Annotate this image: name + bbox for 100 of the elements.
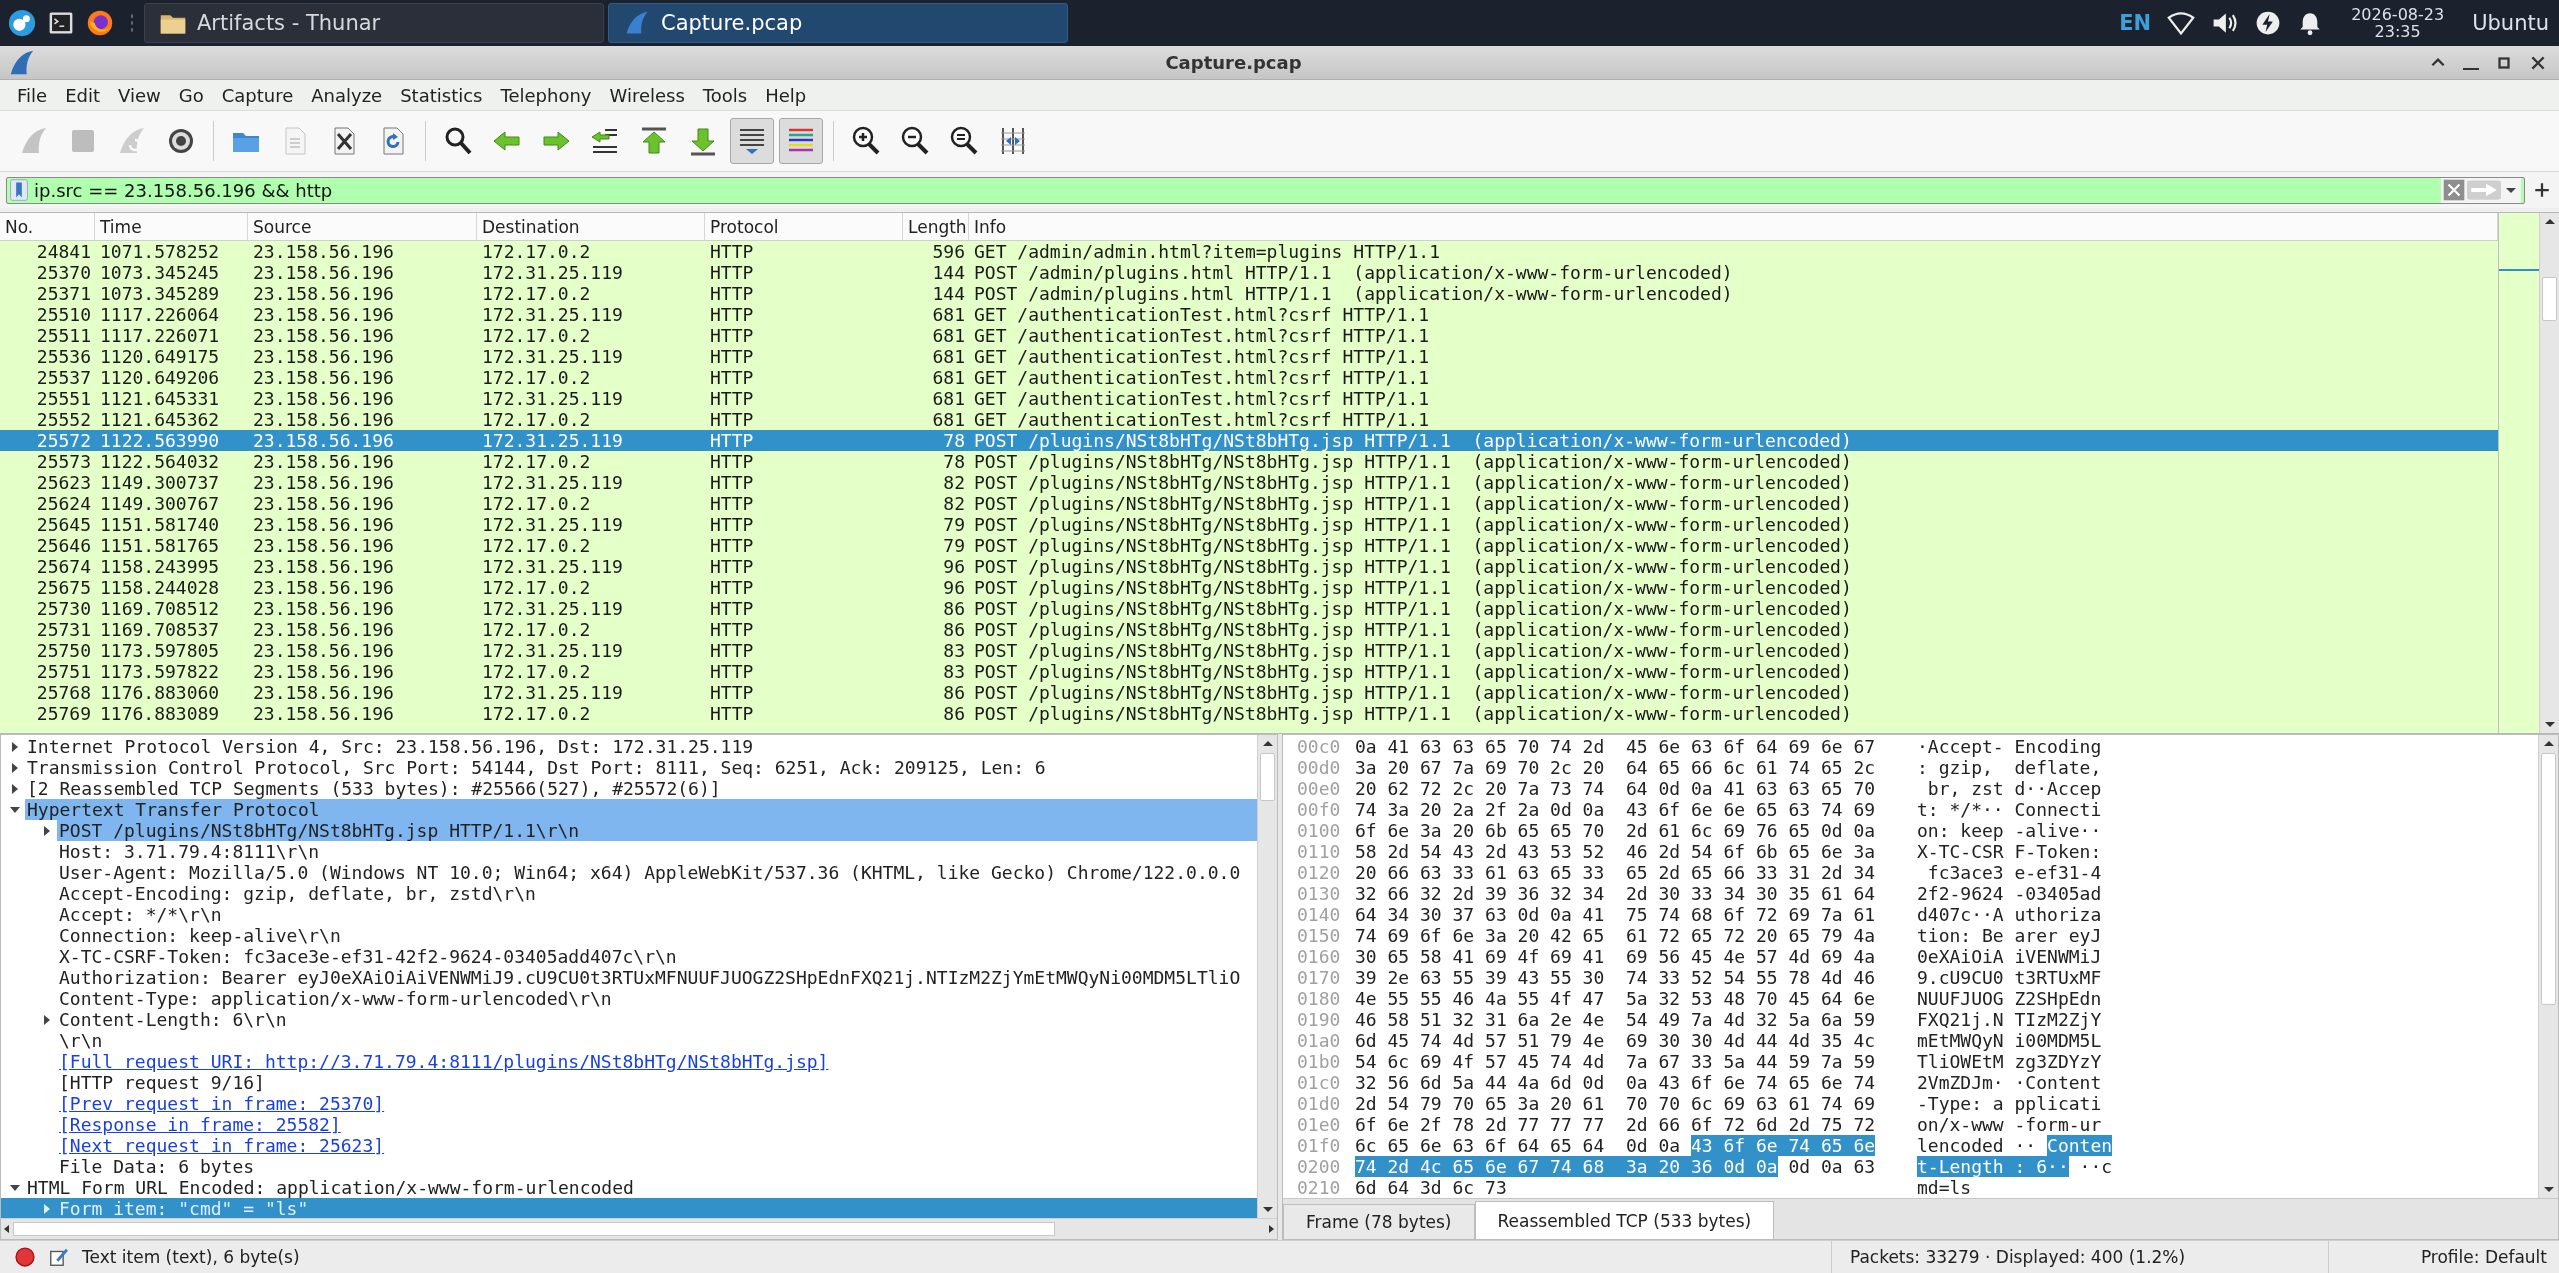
menu-item[interactable]: File <box>8 82 57 108</box>
hex-bytes: 20 62 72 2c 20 7a 73 74 64 0d 0a 41 63 63 65 70 <box>1355 778 1876 799</box>
table-cell-text: 96 <box>942 556 966 577</box>
table-cell-text: 1121.645362 <box>99 409 221 430</box>
byte-offset: 00e0 <box>1297 778 1342 799</box>
menu-item[interactable]: Analyze <box>302 82 392 108</box>
tree-row[interactable]: [Next request in frame: 25623] <box>1 1135 1257 1156</box>
tree-row[interactable]: [Full request URI: http://3.71.79.4:8111/plugins/NSt8bHTg/NSt8bHTg.jsp] <box>1 1051 1257 1072</box>
grip-icon <box>128 12 136 34</box>
table-cell-text: HTTP <box>709 682 755 703</box>
menu-item[interactable]: Help <box>756 82 816 108</box>
tree-row[interactable]: [Response in frame: 25582] <box>1 1114 1257 1135</box>
scrollbar[interactable] <box>1 1218 1277 1239</box>
clock-text[interactable]: 23:35 <box>2374 23 2421 40</box>
byte-offset: 01b0 <box>1297 1051 1342 1072</box>
colorize-button[interactable] <box>779 118 823 164</box>
caret-down-icon <box>2506 187 2516 193</box>
ascii-text: d407c··A uthoriza <box>1917 904 2102 925</box>
table-cell-text: GET /authenticationTest.html?csrf HTTP/1.1 <box>973 409 1431 430</box>
menu-item[interactable]: Telephony <box>491 82 601 108</box>
table-cell-text: HTTP <box>709 430 755 451</box>
byte-offset: 0170 <box>1297 967 1342 988</box>
menu-item[interactable]: Capture <box>212 82 303 108</box>
menu-item[interactable]: Statistics <box>391 82 492 108</box>
tab[interactable]: Reassembled TCP (533 bytes) <box>1474 1201 1775 1239</box>
table-cell-text: POST /plugins/NSt8bHTg/NSt8bHTg.jsp HTTP/1.1 (application/x-www-form-urlencoded) <box>973 493 1853 514</box>
table-cell-text: 172.31.25.119 <box>481 304 624 325</box>
link[interactable]: [Full request URI: http://3.71.79.4:8111/plugins/NSt8bHTg/NSt8bHTg.jsp] <box>59 1051 829 1072</box>
link[interactable]: [Response in frame: 25582] <box>59 1114 341 1135</box>
user-name[interactable]: Ubuntu <box>2472 11 2549 35</box>
table-cell-text: 23.158.56.196 <box>252 325 395 346</box>
table-cell-text: 25750 <box>35 640 92 661</box>
table-cell-text: 25551 <box>35 388 92 409</box>
column-header[interactable]: Protocol <box>705 213 903 240</box>
scrollbar-thumb[interactable] <box>13 1222 1055 1236</box>
table-cell-text: 1151.581765 <box>99 535 221 556</box>
table-cell-text: 23.158.56.196 <box>252 535 395 556</box>
menu-item[interactable]: Tools <box>693 82 757 108</box>
scroll-up-arrow-icon[interactable] <box>1262 741 1273 746</box>
column-header[interactable]: Source <box>248 213 477 240</box>
table-cell-text: POST /plugins/NSt8bHTg/NSt8bHTg.jsp HTTP/1.1 (application/x-www-form-urlencoded) <box>973 514 1853 535</box>
ascii-text: on/x-www -form-ur <box>1917 1114 2102 1135</box>
scrollbar-thumb[interactable] <box>2541 753 2556 1005</box>
scrollbar-thumb[interactable] <box>2542 277 2557 321</box>
table-cell-text: 1169.708537 <box>99 619 221 640</box>
scroll-up-arrow-icon[interactable] <box>2543 741 2554 746</box>
autoscroll-button[interactable] <box>730 118 774 164</box>
table-cell-text: HTTP <box>709 619 755 640</box>
taskbar-task[interactable]: Artifacts - Thunar <box>144 3 604 43</box>
taskbar-task[interactable]: Capture.pcap <box>608 3 1068 43</box>
scroll-left-arrow-icon[interactable] <box>4 1225 9 1233</box>
table-cell-text: 78 <box>942 451 966 472</box>
hex-bytes: 64 34 30 37 63 0d 0a 41 75 74 68 6f 72 69 7a 61 <box>1355 904 1876 925</box>
profile-label[interactable]: Profile: Default <box>2420 1247 2559 1267</box>
table-cell-text: GET /authenticationTest.html?csrf HTTP/1.1 <box>973 304 1431 325</box>
app-menu-icon <box>8 9 36 37</box>
hex-bytes: 6d 45 74 4d 57 51 79 4e 69 30 30 4d 44 4d 35 4c <box>1355 1030 1876 1051</box>
scroll-down-arrow-icon[interactable] <box>1262 1207 1273 1212</box>
table-cell-text: HTTP <box>709 346 755 367</box>
table-cell-text: 1151.581740 <box>99 514 221 535</box>
table-cell-text: 172.17.0.2 <box>481 535 592 556</box>
menu-item[interactable]: View <box>109 82 170 108</box>
column-header[interactable]: Time <box>95 213 248 240</box>
scroll-up-arrow-icon[interactable] <box>2544 219 2555 224</box>
table-cell-text: 172.17.0.2 <box>481 661 592 682</box>
scrollbar[interactable] <box>1257 735 1277 1218</box>
link[interactable]: [Prev request in frame: 25370] <box>59 1093 385 1114</box>
table-cell-text: 1158.243995 <box>99 556 221 577</box>
table-cell-text: 25371 <box>35 283 92 304</box>
column-header[interactable]: No. <box>0 213 95 240</box>
link[interactable]: [Next request in frame: 25623] <box>59 1135 385 1156</box>
hex-bytes: 32 66 32 2d 39 36 32 34 2d 30 33 34 30 35 61 64 <box>1355 883 1876 904</box>
tab[interactable]: Frame (78 bytes) <box>1283 1204 1475 1239</box>
table-cell-text: 172.31.25.119 <box>481 430 624 451</box>
ascii-text: 2f2-9624 -03405ad <box>1917 883 2102 904</box>
scrollbar-thumb[interactable] <box>1260 753 1275 801</box>
scroll-down-arrow-icon[interactable] <box>2543 1187 2554 1192</box>
ascii-text: ··c <box>2079 1156 2113 1177</box>
tree-row[interactable]: [Prev request in frame: 25370] <box>1 1093 1257 1114</box>
table-cell-text: 25573 <box>35 451 92 472</box>
date-text[interactable]: 2026-08-23 <box>2351 6 2445 23</box>
column-header[interactable]: Length <box>903 213 969 240</box>
scrollbar[interactable] <box>2538 735 2558 1198</box>
scroll-right-arrow-icon[interactable] <box>1269 1225 1274 1233</box>
menu-item[interactable]: Go <box>169 82 213 108</box>
hex-bytes: 6c 65 6e 63 6f 64 65 64 0d 0a <box>1355 1135 1681 1156</box>
hex-bytes: 74 69 6f 6e 3a 20 42 65 61 72 65 72 20 65 79 4a <box>1355 925 1876 946</box>
plus-icon <box>2533 181 2551 199</box>
byte-offset: 0120 <box>1297 862 1342 883</box>
column-header[interactable]: Destination <box>477 213 705 240</box>
display-filter-field[interactable]: ip.src == 23.158.56.196 && http <box>6 176 2525 204</box>
table-cell-text: 1117.226071 <box>99 325 221 346</box>
keyboard-layout[interactable]: EN <box>2119 11 2152 35</box>
menu-item[interactable]: Wireless <box>600 82 694 108</box>
scrollbar[interactable] <box>2539 213 2559 733</box>
ascii-text: ·Accept- Encoding <box>1917 736 2102 757</box>
scroll-down-arrow-icon[interactable] <box>2544 722 2555 727</box>
table-cell-text: POST /plugins/NSt8bHTg/NSt8bHTg.jsp HTTP/1.1 (application/x-www-form-urlencoded) <box>973 535 1853 556</box>
table-cell-text: 144 <box>931 283 966 304</box>
menu-item[interactable]: Edit <box>56 82 109 108</box>
